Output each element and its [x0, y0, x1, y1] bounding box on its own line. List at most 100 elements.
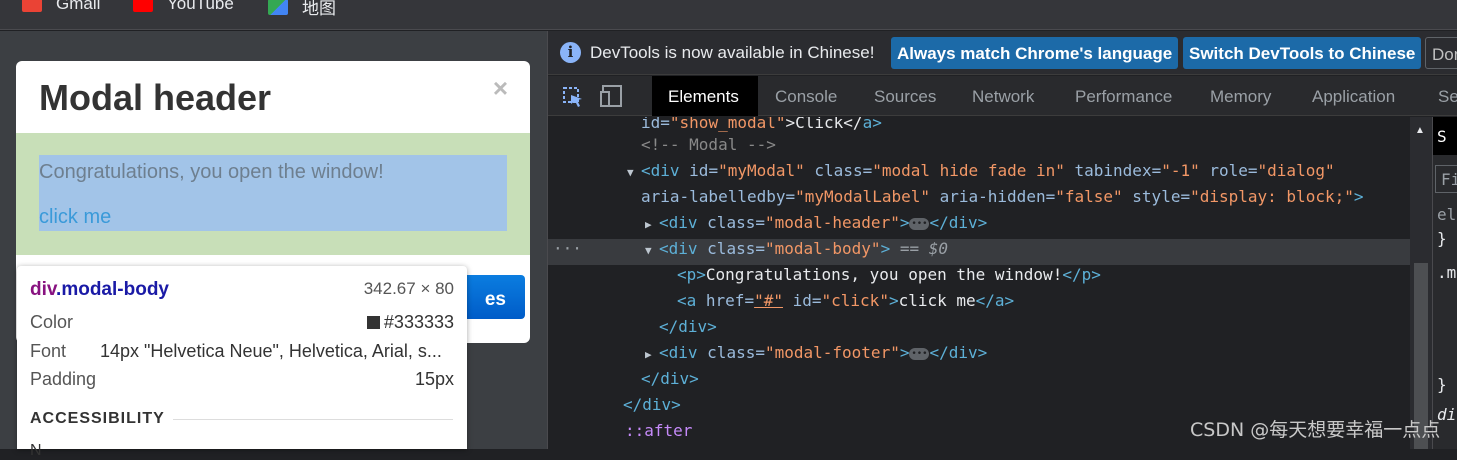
attr-name: href= [705, 291, 755, 310]
attr-value: "modal-body" [764, 239, 881, 258]
dom-node-modal-header[interactable]: ▶ <div class="modal-header"> ••• </div> [548, 213, 1410, 239]
attr-name: tabindex= [1064, 161, 1162, 180]
style-rule: } [1437, 229, 1447, 248]
dom-close-tag[interactable]: </div> [548, 317, 1410, 343]
tab-application[interactable]: Application [1312, 76, 1395, 116]
devtools-tabbar: Elements Console Sources Network Perform… [548, 76, 1457, 116]
tooltip-name-row: N [30, 442, 42, 459]
tag-name: <div [659, 239, 708, 258]
dom-node-continuation[interactable]: aria-labelledby="myModalLabel" aria-hidd… [548, 187, 1410, 213]
tab-performance[interactable]: Performance [1075, 76, 1172, 116]
expand-triangle-icon[interactable]: ▼ [627, 166, 641, 179]
elements-scrollbar[interactable]: ▲ [1410, 117, 1432, 449]
infobar-message: DevTools is now available in Chinese! [590, 43, 875, 62]
attr-value: "modal hide fade in" [872, 161, 1065, 180]
tab-elements[interactable]: Elements [652, 76, 758, 116]
tag-name: <a [677, 291, 706, 310]
bookmark-label: 地图 [302, 0, 336, 18]
attr-name: class= [707, 343, 765, 362]
dom-node-modal-footer[interactable]: ▶ <div class="modal-footer"> ••• </div> [548, 343, 1410, 369]
collapse-triangle-icon[interactable]: ▼ [645, 244, 659, 257]
tag-name: <div [659, 343, 708, 362]
ellipsis-icon[interactable]: ••• [909, 347, 930, 360]
bookmark-youtube[interactable]: YouTube [133, 0, 234, 14]
attr-name: id= [782, 291, 822, 310]
scroll-up-icon[interactable]: ▲ [1415, 125, 1425, 136]
row-label: Padding [30, 369, 97, 389]
save-changes-button[interactable]: es [463, 275, 525, 319]
dom-node-mymodal[interactable]: ▼ <div id="myModal" class="modal hide fad… [548, 161, 1410, 187]
attr-value: "#" [754, 291, 783, 310]
attr-name: style= [1122, 187, 1191, 206]
inspect-element-icon[interactable] [554, 76, 592, 116]
modal-title: Modal header [39, 77, 272, 118]
attr-name: class= [804, 161, 873, 180]
dom-node-modal-body-selected[interactable]: ··· ▼ <div class="modal-body"> == $0 [548, 239, 1410, 265]
tag-name: > [888, 291, 899, 310]
tag-name: <div [659, 213, 708, 232]
tag-name: </a> [975, 291, 1015, 310]
tag-name: <div [641, 161, 690, 180]
expand-triangle-icon[interactable]: ▶ [645, 218, 659, 231]
node-text: click me [898, 291, 976, 310]
close-icon[interactable]: × [493, 73, 508, 104]
pseudo-element: ::after [625, 421, 693, 440]
tab-console[interactable]: Console [775, 76, 837, 116]
button-label: es [484, 289, 506, 310]
tooltip-size: 342.67 × 80 [363, 279, 454, 298]
bookmark-gmail[interactable]: Gmail [22, 0, 100, 14]
dom-comment[interactable]: <!-- Modal --> [548, 135, 1410, 161]
node-equals: == [890, 239, 929, 258]
gmail-icon [22, 0, 42, 12]
device-toolbar-icon[interactable] [592, 76, 630, 116]
tag-name: </div> [659, 317, 717, 336]
style-rule: .m [1437, 263, 1457, 282]
always-match-language-button[interactable]: Always match Chrome's language [891, 37, 1179, 69]
styles-pane: S Fi el } .m } di [1432, 117, 1457, 449]
node-gutter[interactable]: ··· [553, 239, 582, 258]
tag-name: > [880, 239, 891, 258]
dont-show-again-button[interactable]: Don [1425, 37, 1457, 69]
accessibility-heading: ACCESSIBILITY [30, 410, 165, 427]
attr-name: aria-labelledby= [641, 187, 796, 206]
tag-name: </div> [641, 369, 699, 388]
console-ref: $0 [928, 239, 948, 258]
dom-node-a[interactable]: <a href="#" id="click">click me</a> [548, 291, 1410, 317]
ellipsis-icon[interactable]: ••• [909, 217, 930, 230]
tab-memory[interactable]: Memory [1210, 76, 1271, 116]
tag-name: </div> [623, 395, 681, 414]
attr-value: "myModalLabel" [795, 187, 930, 206]
tag-name: a> [862, 117, 882, 132]
dom-node-p[interactable]: <p>Congratulations, you open the window!… [548, 265, 1410, 291]
expand-triangle-icon[interactable]: ▶ [645, 348, 659, 361]
comment-text: <!-- Modal --> [641, 135, 776, 154]
attr-value: "display: block;" [1190, 187, 1354, 206]
info-icon: i [560, 42, 581, 63]
padding-value: 15px [414, 369, 454, 389]
attr-name: class= [707, 213, 765, 232]
styles-tab[interactable]: S [1433, 117, 1457, 155]
tooltip-class: .modal-body [56, 279, 169, 300]
tag-name: <p> [677, 265, 706, 284]
attr-name: aria-hidden= [929, 187, 1056, 206]
tab-security[interactable]: Se [1438, 76, 1457, 116]
section-divider [173, 419, 453, 420]
inspect-tooltip: div.modal-body 342.67 × 80 Color #333333… [17, 266, 467, 459]
bookmark-maps[interactable]: 地图 [268, 0, 336, 19]
attr-name: id= [689, 161, 719, 180]
tooltip-element-name: div.modal-body [30, 279, 169, 301]
filter-input[interactable]: Fi [1435, 165, 1457, 193]
tooltip-row-padding: Padding 15px [30, 369, 454, 390]
tag-name: > [899, 343, 910, 362]
tab-sources[interactable]: Sources [874, 76, 936, 116]
tooltip-row-color: Color #333333 [30, 312, 454, 333]
modal-body-text: Congratulations, you open the window! [39, 161, 384, 183]
color-swatch-icon [366, 316, 380, 329]
maps-icon [268, 0, 288, 15]
tab-network[interactable]: Network [972, 76, 1034, 116]
dom-close-tag[interactable]: </div> [548, 369, 1410, 395]
click-me-link[interactable]: click me [39, 206, 111, 229]
attr-value: "myModal" [718, 161, 805, 180]
attr-value: "click" [821, 291, 889, 310]
switch-to-chinese-button[interactable]: Switch DevTools to Chinese [1183, 37, 1422, 69]
